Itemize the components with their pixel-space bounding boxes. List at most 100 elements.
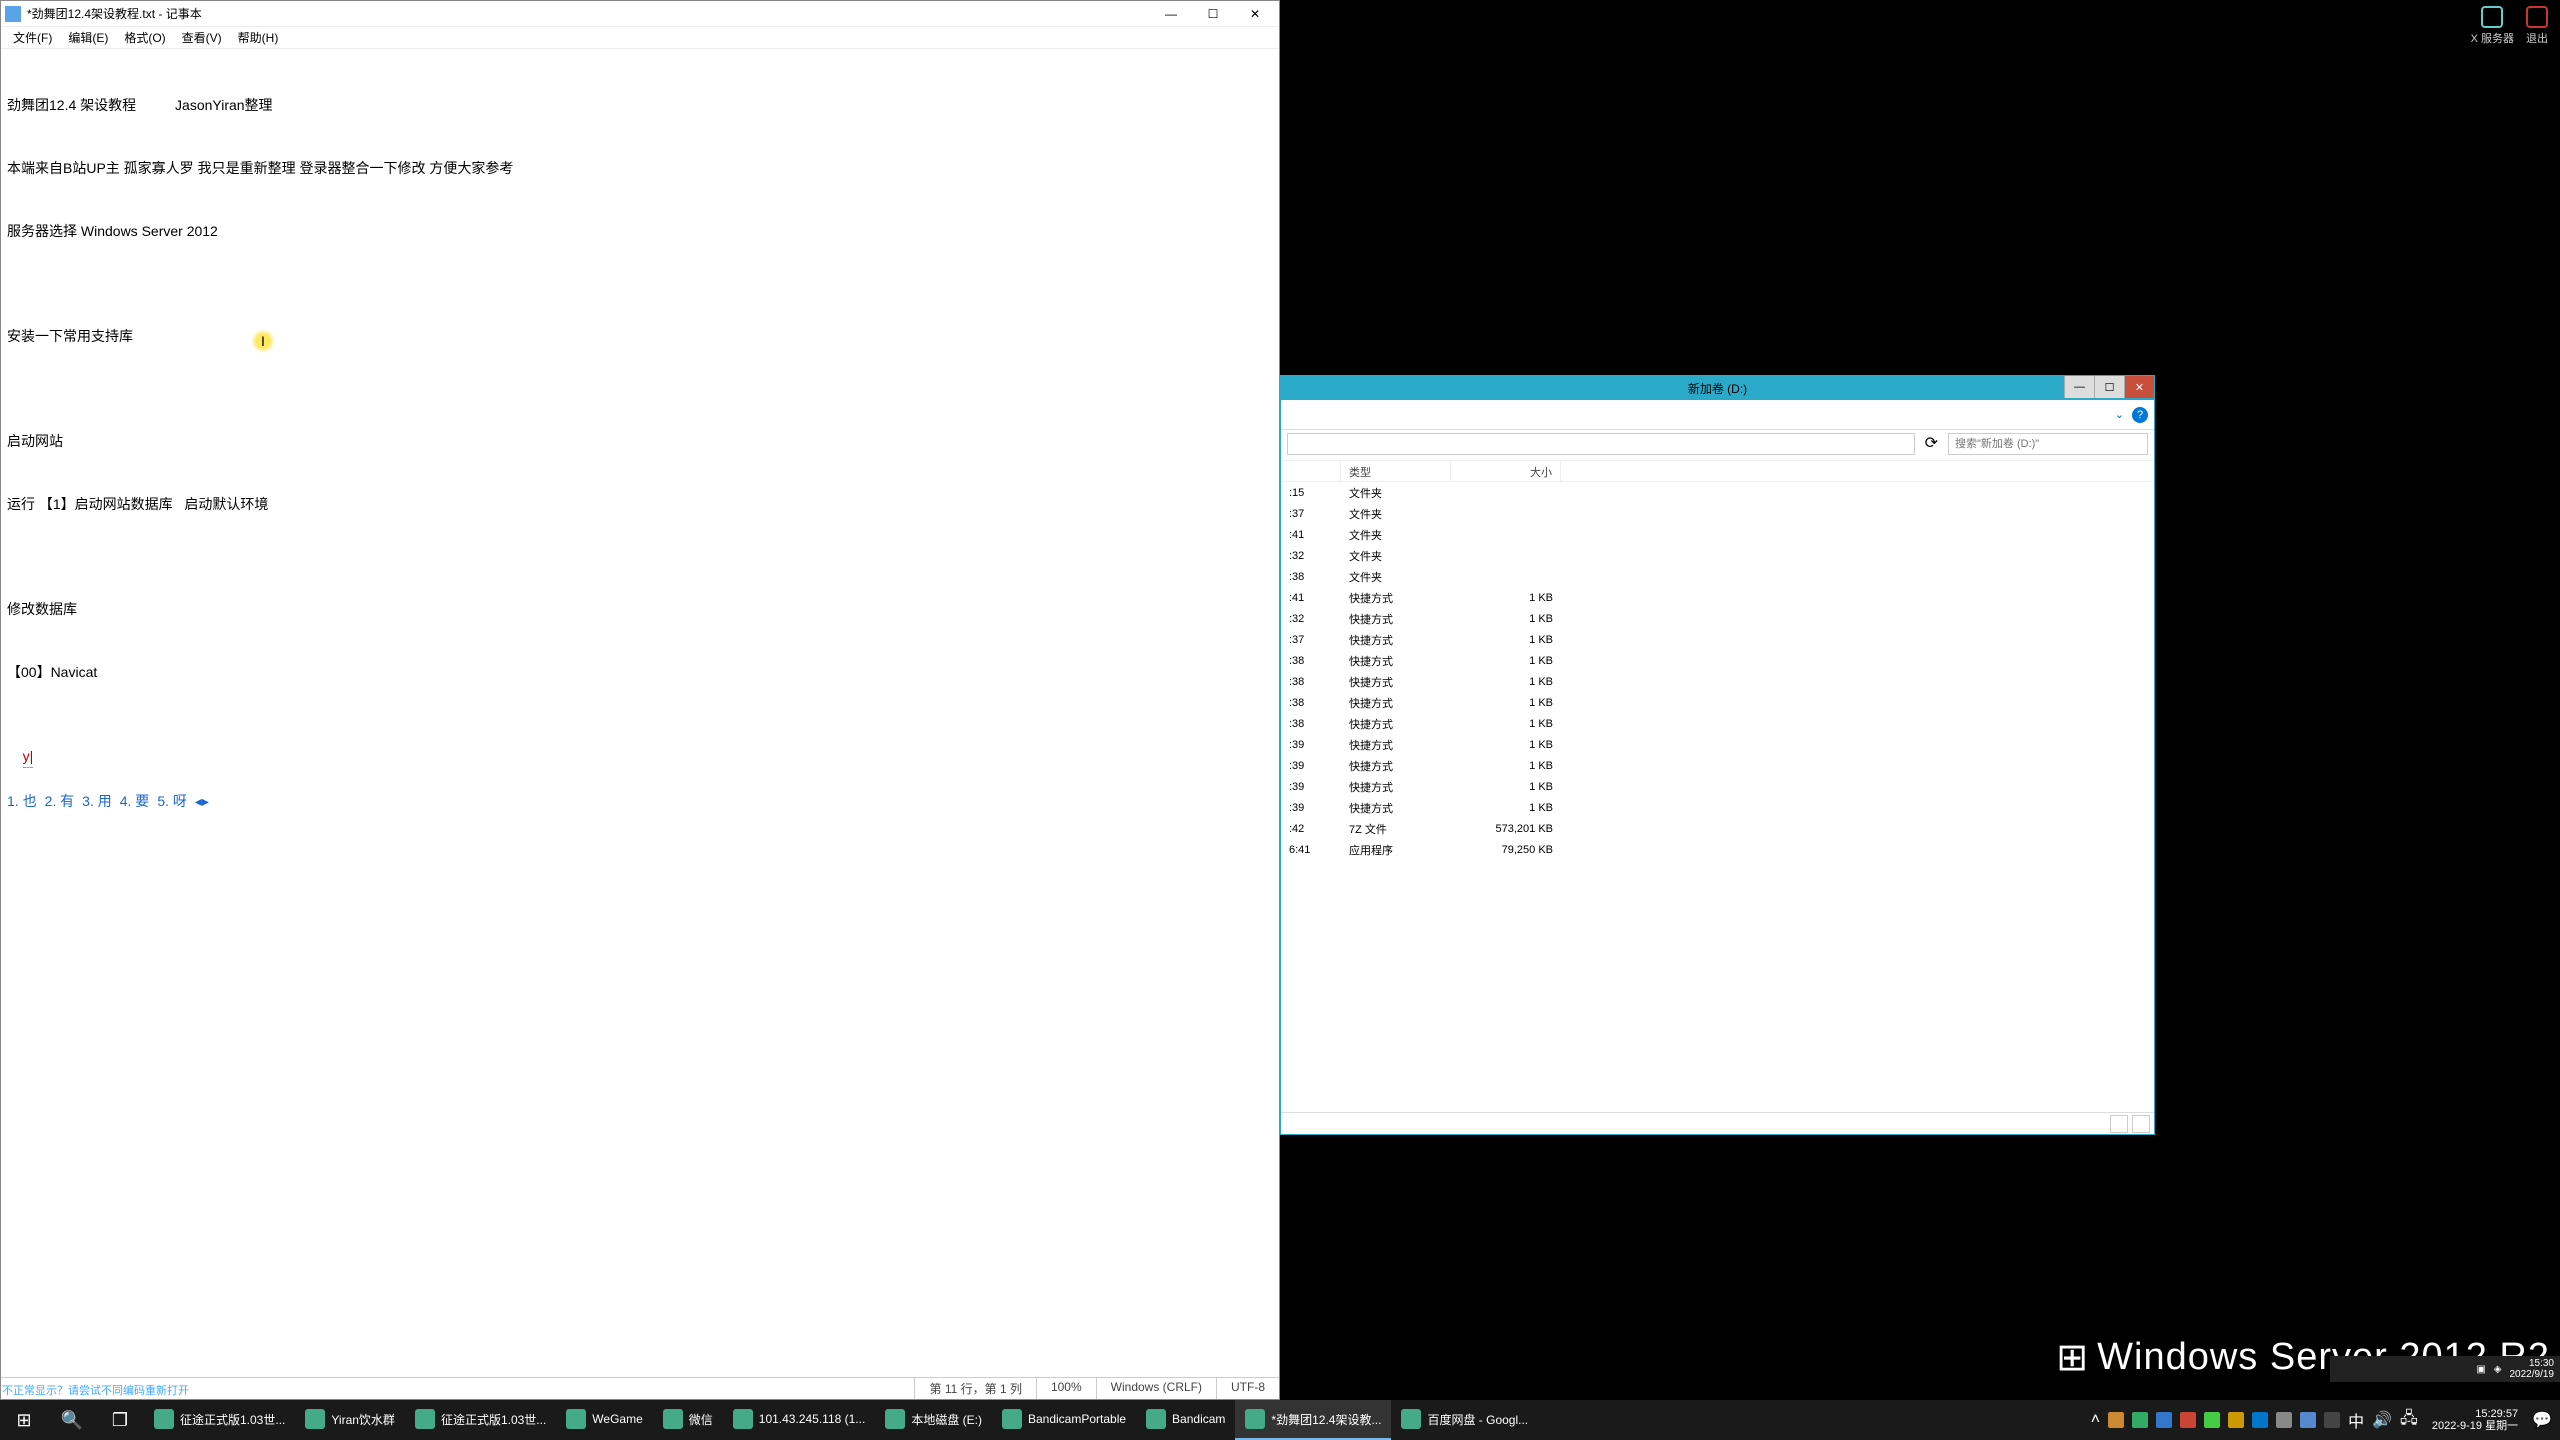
taskbar-item[interactable]: 征途正式版1.03世... xyxy=(144,1400,295,1440)
tray-icon[interactable] xyxy=(2228,1412,2244,1428)
taskbar-app-icon xyxy=(566,1409,586,1429)
taskbar-app-icon xyxy=(885,1409,905,1429)
menu-format[interactable]: 格式(O) xyxy=(116,27,173,48)
maximize-button[interactable]: ☐ xyxy=(1193,4,1233,24)
ime-composition[interactable]: y| xyxy=(23,746,34,768)
taskbar: ⊞ 🔍 ❐ 征途正式版1.03世...Yiran饮水群征途正式版1.03世...… xyxy=(0,1400,2560,1440)
status-zoom: 100% xyxy=(1036,1378,1096,1399)
notification-icon[interactable]: 💬 xyxy=(2532,1410,2552,1430)
explorer-maximize[interactable]: ☐ xyxy=(2094,376,2124,398)
table-row[interactable]: :39快捷方式1 KB xyxy=(1281,797,2154,818)
col-type[interactable]: 类型 xyxy=(1341,461,1451,481)
taskbar-app-icon xyxy=(733,1409,753,1429)
server-icon xyxy=(2481,6,2503,28)
tray-icon[interactable] xyxy=(2276,1412,2292,1428)
tray-volume-icon[interactable]: 🔊 xyxy=(2372,1410,2392,1430)
explorer-titlebar[interactable]: 新加卷 (D:) — ☐ ✕ xyxy=(1281,376,2154,400)
view-icons-icon[interactable] xyxy=(2132,1115,2150,1133)
search-input[interactable] xyxy=(1948,433,2148,455)
remote-clock[interactable]: 15:30 2022/9/19 xyxy=(2510,1358,2555,1380)
taskbar-item[interactable]: Yiran饮水群 xyxy=(295,1400,405,1440)
close-button[interactable]: ✕ xyxy=(1235,4,1275,24)
taskbar-item[interactable]: 百度网盘 - Googl... xyxy=(1391,1400,1538,1440)
tray-icon[interactable] xyxy=(2300,1412,2316,1428)
taskbar-item[interactable]: 101.43.245.118 (1... xyxy=(723,1400,876,1440)
ribbon-chevron-icon[interactable]: ⌄ xyxy=(2115,408,2124,421)
table-row[interactable]: :37快捷方式1 KB xyxy=(1281,629,2154,650)
table-row[interactable]: 6:41应用程序79,250 KB xyxy=(1281,839,2154,860)
taskview-button[interactable]: ❐ xyxy=(96,1400,144,1440)
taskbar-item[interactable]: WeGame xyxy=(556,1400,652,1440)
tray-chevron-icon[interactable]: ˄ xyxy=(2091,1411,2100,1429)
tray-icon[interactable] xyxy=(2204,1412,2220,1428)
start-button[interactable]: ⊞ xyxy=(0,1400,48,1440)
explorer-window: 新加卷 (D:) — ☐ ✕ ⌄ ? ⟳ 类型 大小 :15文件夹:37文件夹:… xyxy=(1280,375,2155,1135)
tray-icon[interactable] xyxy=(2252,1412,2268,1428)
tray-ime-icon[interactable]: 中 xyxy=(2348,1408,2364,1432)
tray-icon[interactable] xyxy=(2108,1412,2124,1428)
table-row[interactable]: :38快捷方式1 KB xyxy=(1281,713,2154,734)
table-row[interactable]: :38文件夹 xyxy=(1281,566,2154,587)
view-details-icon[interactable] xyxy=(2110,1115,2128,1133)
remote-tray-shield-icon[interactable]: ◈ xyxy=(2494,1364,2502,1375)
search-button[interactable]: 🔍 xyxy=(48,1400,96,1440)
explorer-ribbon: ⌄ ? xyxy=(1281,400,2154,430)
col-date[interactable] xyxy=(1281,461,1341,481)
table-row[interactable]: :38快捷方式1 KB xyxy=(1281,650,2154,671)
taskbar-app-icon xyxy=(305,1409,325,1429)
tray-icon[interactable] xyxy=(2132,1412,2148,1428)
notepad-textarea[interactable]: 劲舞团12.4 架设教程 JasonYiran整理 本端来自B站UP主 孤家寡人… xyxy=(1,49,1279,1377)
menu-help[interactable]: 帮助(H) xyxy=(230,27,287,48)
tray-icon[interactable] xyxy=(2180,1412,2196,1428)
taskbar-item[interactable]: 本地磁盘 (E:) xyxy=(875,1400,992,1440)
taskbar-item[interactable]: 征途正式版1.03世... xyxy=(405,1400,556,1440)
taskbar-item[interactable]: *劲舞团12.4架设教... xyxy=(1235,1400,1391,1440)
remote-taskbar[interactable]: ▣ ◈ 15:30 2022/9/19 xyxy=(2330,1356,2560,1382)
file-list[interactable]: :15文件夹:37文件夹:41文件夹:32文件夹:38文件夹:41快捷方式1 K… xyxy=(1281,482,2154,1112)
notepad-title-text: *劲舞团12.4架设教程.txt - 记事本 xyxy=(27,5,1151,22)
menu-edit[interactable]: 编辑(E) xyxy=(60,27,116,48)
tray-network-icon[interactable]: 🖧 xyxy=(2400,1407,2418,1434)
explorer-close[interactable]: ✕ xyxy=(2124,376,2154,398)
column-headers[interactable]: 类型 大小 xyxy=(1281,460,2154,482)
menu-view[interactable]: 查看(V) xyxy=(174,27,230,48)
table-row[interactable]: :32文件夹 xyxy=(1281,545,2154,566)
exit-button[interactable]: 退出 xyxy=(2526,6,2548,46)
remote-tray-flag-icon[interactable]: ▣ xyxy=(2476,1364,2485,1375)
explorer-title-text: 新加卷 (D:) xyxy=(1688,380,1747,397)
address-input[interactable] xyxy=(1287,433,1915,455)
table-row[interactable]: :38快捷方式1 KB xyxy=(1281,692,2154,713)
taskbar-app-icon xyxy=(663,1409,683,1429)
status-eol: Windows (CRLF) xyxy=(1096,1378,1216,1399)
status-pos: 第 11 行，第 1 列 xyxy=(914,1378,1035,1399)
taskbar-item[interactable]: BandicamPortable xyxy=(992,1400,1136,1440)
explorer-minimize[interactable]: — xyxy=(2064,376,2094,398)
help-icon[interactable]: ? xyxy=(2132,407,2148,423)
menu-file[interactable]: 文件(F) xyxy=(5,27,60,48)
ime-candidates[interactable]: 1. 也 2. 有 3. 用 4. 要 5. 呀 ◂▸ xyxy=(7,791,1273,812)
table-row[interactable]: :32快捷方式1 KB xyxy=(1281,608,2154,629)
table-row[interactable]: :38快捷方式1 KB xyxy=(1281,671,2154,692)
notepad-window: *劲舞团12.4架设教程.txt - 记事本 — ☐ ✕ 文件(F) 编辑(E)… xyxy=(0,0,1280,1400)
tray-icon[interactable] xyxy=(2156,1412,2172,1428)
ime-page-arrows[interactable]: ◂▸ xyxy=(195,791,209,812)
table-row[interactable]: :39快捷方式1 KB xyxy=(1281,755,2154,776)
table-row[interactable]: :39快捷方式1 KB xyxy=(1281,734,2154,755)
taskbar-app-icon xyxy=(415,1409,435,1429)
col-size[interactable]: 大小 xyxy=(1451,461,1561,481)
refresh-icon[interactable]: ⟳ xyxy=(1925,433,1938,457)
table-row[interactable]: :41快捷方式1 KB xyxy=(1281,587,2154,608)
notepad-titlebar[interactable]: *劲舞团12.4架设教程.txt - 记事本 — ☐ ✕ xyxy=(1,1,1279,27)
taskbar-app-icon xyxy=(1401,1409,1421,1429)
taskbar-item[interactable]: 微信 xyxy=(653,1400,723,1440)
minimize-button[interactable]: — xyxy=(1151,4,1191,24)
table-row[interactable]: :15文件夹 xyxy=(1281,482,2154,503)
taskbar-clock[interactable]: 15:29:57 2022-9-19 星期一 xyxy=(2426,1408,2524,1432)
taskbar-item[interactable]: Bandicam xyxy=(1136,1400,1235,1440)
table-row[interactable]: :41文件夹 xyxy=(1281,524,2154,545)
table-row[interactable]: :427Z 文件573,201 KB xyxy=(1281,818,2154,839)
server-button[interactable]: X 服务器 xyxy=(2471,6,2514,46)
table-row[interactable]: :39快捷方式1 KB xyxy=(1281,776,2154,797)
tray-icon[interactable] xyxy=(2324,1412,2340,1428)
table-row[interactable]: :37文件夹 xyxy=(1281,503,2154,524)
